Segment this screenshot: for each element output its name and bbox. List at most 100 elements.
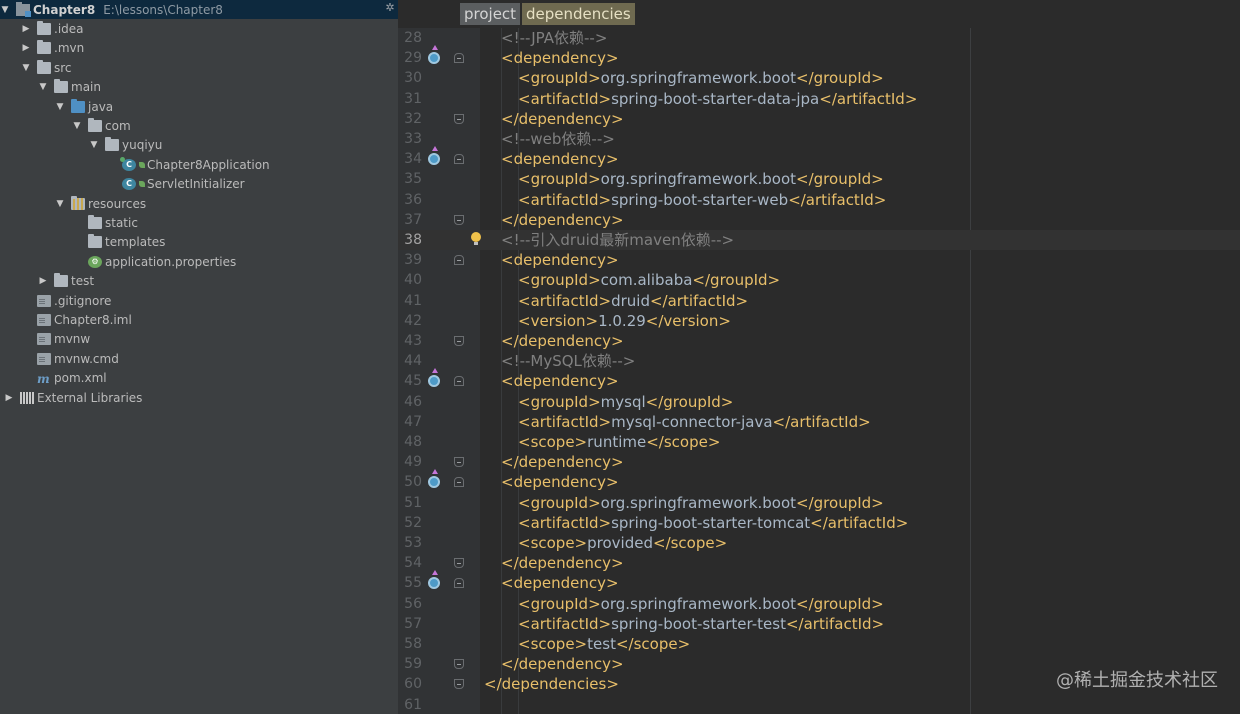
code-line[interactable]: 36 <artifactId>spring-boot-starter-web</a… <box>398 190 1240 210</box>
chevron-down-icon[interactable]: ▼ <box>55 199 65 209</box>
code-line[interactable]: 41 <artifactId>druid</artifactId> <box>398 291 1240 311</box>
fold-marker-icon[interactable] <box>454 477 464 488</box>
code-line[interactable]: 38 <!--引入druid最新maven依赖--> <box>398 230 1240 251</box>
code-line[interactable]: 39 <dependency> <box>398 250 1240 270</box>
breadcrumb-project[interactable]: project <box>460 3 521 25</box>
code-line[interactable]: 46 <groupId>mysql</groupId> <box>398 392 1240 412</box>
code-line[interactable]: 30 <groupId>org.springframework.boot</gro… <box>398 68 1240 88</box>
maven-icon: m <box>37 371 50 386</box>
code-line[interactable]: 56 <groupId>org.springframework.boot</gro… <box>398 594 1240 614</box>
code-line[interactable]: 40 <groupId>com.alibaba</groupId> <box>398 270 1240 290</box>
fold-marker-icon[interactable] <box>454 659 464 670</box>
code-line[interactable]: 32 </dependency> <box>398 109 1240 129</box>
fold-marker-icon[interactable] <box>454 154 464 165</box>
code-line[interactable]: 50 <dependency> <box>398 469 1240 492</box>
code-line[interactable]: 57 <artifactId>spring-boot-starter-test</… <box>398 614 1240 634</box>
code-text: <scope>provided</scope> <box>518 533 727 553</box>
code-line[interactable]: 44 <!--MySQL依赖--> <box>398 351 1240 371</box>
tree-item-mvn[interactable]: ▶ .mvn <box>0 38 398 57</box>
tree-item-test[interactable]: ▶ test <box>0 271 398 290</box>
project-tree-panel[interactable]: ▼ Chapter8 E:\lessons\Chapter8 ✲ ▶ .idea ▶… <box>0 0 398 714</box>
fold-marker-icon[interactable] <box>454 376 464 387</box>
chevron-right-icon[interactable]: ▶ <box>4 393 14 403</box>
tree-item-resources[interactable]: ▼ resources <box>0 194 398 213</box>
code-line[interactable]: 45 <dependency> <box>398 368 1240 391</box>
code-line[interactable]: 35 <groupId>org.springframework.boot</gro… <box>398 169 1240 189</box>
code-line[interactable]: 33 <!--web依赖--> <box>398 129 1240 149</box>
gear-icon[interactable]: ✲ <box>384 2 396 14</box>
tree-root-chapter8[interactable]: ▼ Chapter8 E:\lessons\Chapter8 <box>0 0 398 19</box>
chevron-down-icon[interactable]: ▼ <box>55 102 65 112</box>
tree-item-pom-xml[interactable]: m pom.xml <box>0 368 398 387</box>
code-text: <dependency> <box>501 573 619 593</box>
fold-marker-icon[interactable] <box>454 214 464 225</box>
code-line[interactable]: 47 <artifactId>mysql-connector-java</arti… <box>398 412 1240 432</box>
chevron-down-icon[interactable]: ▼ <box>72 121 82 131</box>
tree-item-templates[interactable]: templates <box>0 232 398 251</box>
code-line[interactable]: 42 <version>1.0.29</version> <box>398 311 1240 331</box>
code-line[interactable]: 48 <scope>runtime</scope> <box>398 432 1240 452</box>
code-text: </dependencies> <box>484 674 619 694</box>
tree-item-gitignore[interactable]: .gitignore <box>0 291 398 310</box>
code-line[interactable]: 54 </dependency> <box>398 553 1240 573</box>
tree-item-main[interactable]: ▼ main <box>0 77 398 96</box>
overrides-icon[interactable] <box>428 469 440 489</box>
code-line[interactable]: 34 <dependency> <box>398 146 1240 169</box>
code-line[interactable]: 53 <scope>provided</scope> <box>398 533 1240 553</box>
lightbulb-icon[interactable] <box>471 232 481 245</box>
fold-marker-icon[interactable] <box>454 53 464 64</box>
tree-item-com[interactable]: ▼ com <box>0 116 398 135</box>
fold-marker-icon[interactable] <box>454 457 464 468</box>
tree-item-application-properties[interactable]: ⚙ application.properties <box>0 252 398 271</box>
fold-marker-icon[interactable] <box>454 255 464 266</box>
tree-item-chapter8-iml[interactable]: Chapter8.iml <box>0 310 398 329</box>
libraries-icon <box>20 391 34 404</box>
tree-item-servletinitializer[interactable]: C ServletInitializer <box>0 174 398 193</box>
code-line[interactable]: 31 <artifactId>spring-boot-starter-data-j… <box>398 89 1240 109</box>
xml-tag: </artifactId> <box>649 291 749 310</box>
chevron-down-icon[interactable]: ▼ <box>38 82 48 92</box>
tree-item-label: Chapter8Application <box>147 157 270 172</box>
code-line[interactable]: 52 <artifactId>spring-boot-starter-tomcat… <box>398 513 1240 533</box>
fold-marker-icon[interactable] <box>454 679 464 690</box>
code-lines[interactable]: 28 <!--JPA依赖--> 29 <dependency> 30 <groupId>o… <box>398 28 1240 714</box>
chevron-right-icon[interactable]: ▶ <box>38 276 48 286</box>
code-line[interactable]: 28 <!--JPA依赖--> <box>398 28 1240 48</box>
code-text: <artifactId>mysql-connector-java</artifa… <box>518 412 871 432</box>
fold-marker-icon[interactable] <box>454 558 464 569</box>
code-editor[interactable]: project dependencies 28 <!--JPA依赖--> 29 <de… <box>398 0 1240 714</box>
code-line[interactable]: 61 <box>398 695 1240 714</box>
chevron-right-icon[interactable]: ▶ <box>21 43 31 53</box>
chevron-down-icon[interactable]: ▼ <box>89 140 99 150</box>
code-line[interactable]: 37 </dependency> <box>398 210 1240 230</box>
code-line[interactable]: 49 </dependency> <box>398 452 1240 472</box>
code-line[interactable]: 29 <dependency> <box>398 45 1240 68</box>
chevron-down-icon[interactable]: ▼ <box>0 5 10 15</box>
tree-item-mvnw[interactable]: mvnw <box>0 329 398 348</box>
fold-marker-icon[interactable] <box>454 336 464 346</box>
code-line[interactable]: 55 <dependency> <box>398 570 1240 593</box>
overrides-icon[interactable] <box>428 45 440 65</box>
fold-marker-icon[interactable] <box>454 113 464 124</box>
code-line[interactable]: 43 </dependency> <box>398 331 1240 351</box>
tree-item-external-libraries[interactable]: ▶ External Libraries <box>0 388 398 407</box>
tree-item-chapter8application[interactable]: C Chapter8Application <box>0 155 398 174</box>
code-text: <version>1.0.29</version> <box>518 311 731 331</box>
tree-item-static[interactable]: static <box>0 213 398 232</box>
overrides-icon[interactable] <box>428 146 440 166</box>
chevron-down-icon[interactable]: ▼ <box>21 63 31 73</box>
fold-marker-icon[interactable] <box>454 578 464 589</box>
chevron-right-icon[interactable]: ▶ <box>21 24 31 34</box>
tree-item-mvnw-cmd[interactable]: mvnw.cmd <box>0 349 398 368</box>
tree-item-yuqiyu[interactable]: ▼ yuqiyu <box>0 135 398 154</box>
tree-item-java[interactable]: ▼ java <box>0 97 398 116</box>
breadcrumb-dependencies[interactable]: dependencies <box>522 3 635 25</box>
xml-tag: <dependency> <box>501 251 619 270</box>
tree-item-idea[interactable]: ▶ .idea <box>0 19 398 38</box>
overrides-icon[interactable] <box>428 570 440 590</box>
overrides-icon[interactable] <box>428 368 440 388</box>
code-line[interactable]: 51 <groupId>org.springframework.boot</gro… <box>398 493 1240 513</box>
line-number: 40 <box>404 272 422 289</box>
tree-item-src[interactable]: ▼ src <box>0 58 398 77</box>
code-line[interactable]: 58 <scope>test</scope> <box>398 634 1240 654</box>
